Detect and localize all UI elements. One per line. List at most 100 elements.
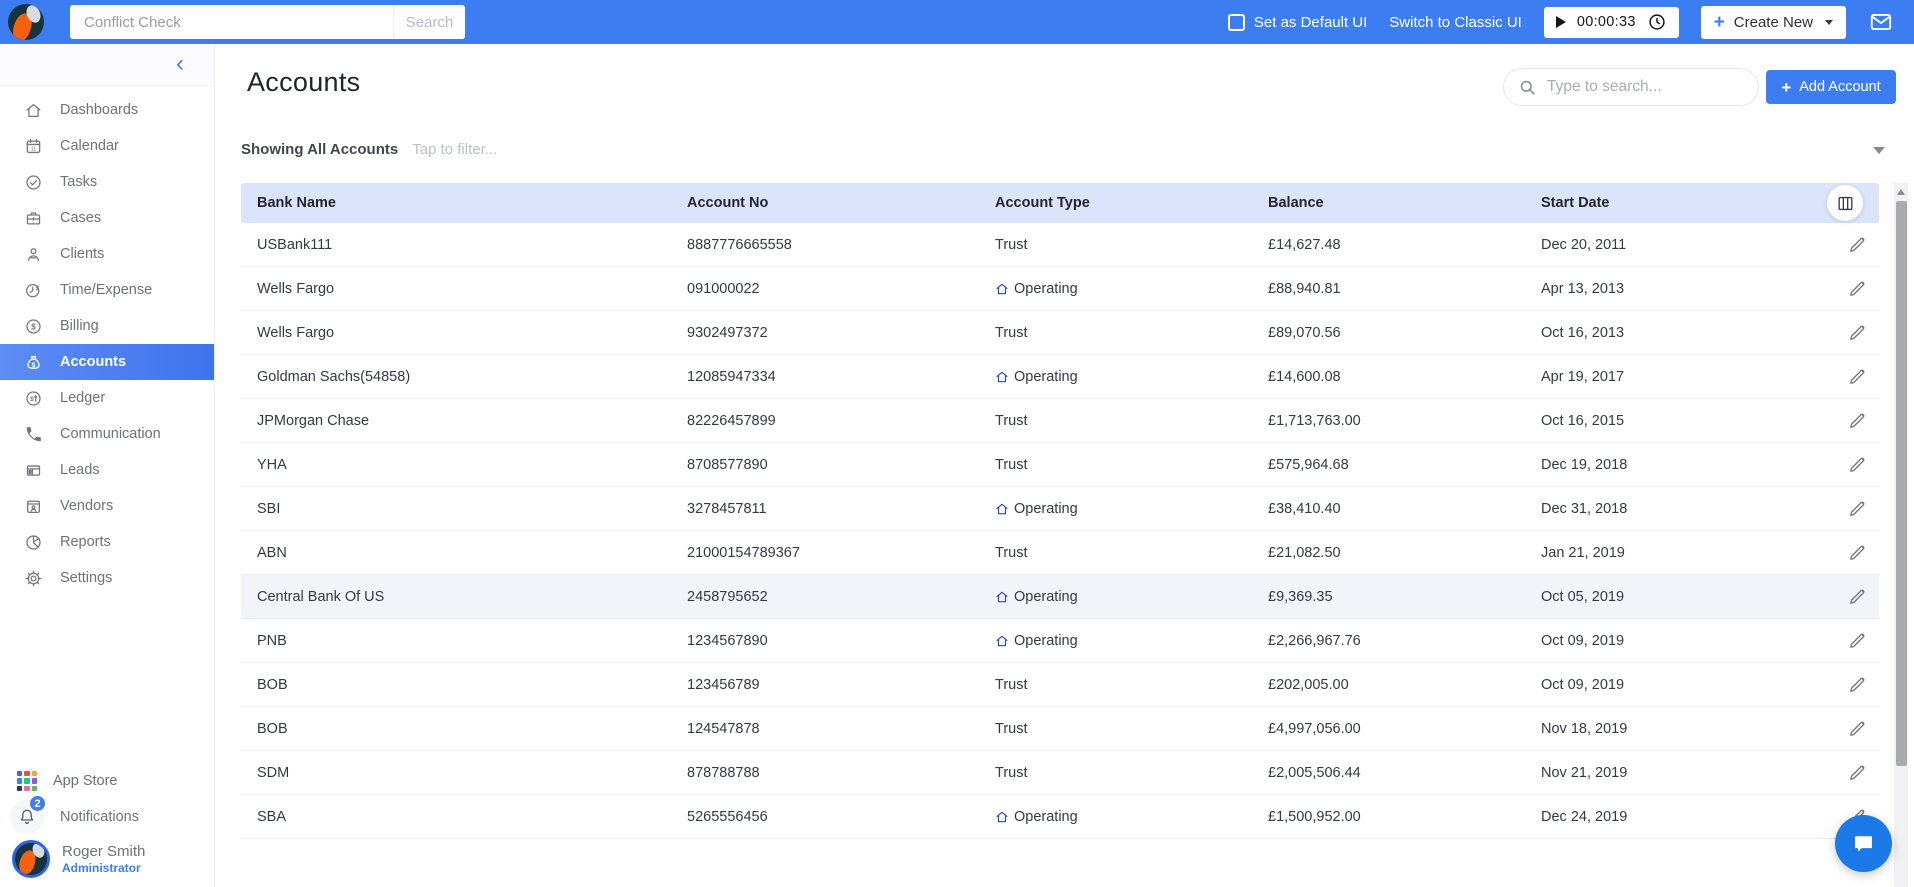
sidebar-item-billing[interactable]: $Billing: [0, 308, 214, 344]
scroll-up-arrow-icon[interactable]: [1897, 189, 1905, 195]
account-type-label: Trust: [995, 545, 1028, 561]
edit-account-button[interactable]: [1847, 763, 1867, 783]
create-new-button[interactable]: + Create New: [1701, 6, 1846, 39]
start-date-cell: Apr 19, 2017: [1525, 369, 1819, 385]
sidebar-item-label: Clients: [60, 246, 104, 262]
svg-text:$: $: [31, 361, 35, 368]
sidebar-item-label: Calendar: [60, 138, 119, 154]
header-balance[interactable]: Balance: [1252, 195, 1525, 211]
bank-name-cell: BOB: [241, 721, 671, 737]
chevron-left-icon[interactable]: ‹: [176, 49, 184, 79]
table-row: Wells Fargo9302497372Trust£89,070.56Oct …: [241, 311, 1879, 355]
edit-account-button[interactable]: [1847, 235, 1867, 255]
edit-account-button[interactable]: [1847, 455, 1867, 475]
sidebar-item-leads[interactable]: Leads: [0, 452, 214, 488]
bank-name-cell: SDM: [241, 765, 671, 781]
conflict-check-input[interactable]: [70, 5, 393, 39]
column-settings-button[interactable]: [1827, 185, 1863, 221]
set-default-ui-label: Set as Default UI: [1254, 14, 1367, 31]
edit-account-button[interactable]: [1847, 279, 1867, 299]
checkbox-icon[interactable]: [1228, 14, 1245, 31]
vendors-icon: [23, 496, 43, 516]
switch-classic-ui-link[interactable]: Switch to Classic UI: [1389, 14, 1522, 31]
tasks-icon: [23, 172, 43, 192]
balance-cell: £2,005,506.44: [1252, 765, 1525, 781]
chat-button[interactable]: [1835, 815, 1892, 872]
start-date-cell: Dec 31, 2018: [1525, 501, 1819, 517]
search-icon: [1518, 78, 1537, 97]
account-no-cell: 091000022: [671, 281, 979, 297]
filter-bar[interactable]: Showing All Accounts Tap to filter...: [241, 141, 497, 158]
account-type-label: Trust: [995, 413, 1028, 429]
balance-cell: £575,964.68: [1252, 457, 1525, 473]
edit-account-button[interactable]: [1847, 499, 1867, 519]
sidebar-item-label: Vendors: [60, 498, 113, 514]
user-name: Roger Smith: [62, 843, 145, 862]
edit-account-button[interactable]: [1847, 587, 1867, 607]
edit-account-button[interactable]: [1847, 719, 1867, 739]
edit-account-button[interactable]: [1847, 675, 1867, 695]
notification-badge: 2: [28, 794, 47, 813]
add-account-label: Add Account: [1799, 79, 1880, 95]
edit-account-button[interactable]: [1847, 323, 1867, 343]
sidebar-item-calendar[interactable]: 11Calendar: [0, 128, 214, 164]
mail-icon[interactable]: [1868, 9, 1894, 35]
table-row: JPMorgan Chase82226457899Trust£1,713,763…: [241, 399, 1879, 443]
sidebar-item-reports[interactable]: Reports: [0, 524, 214, 560]
sidebar-item-settings[interactable]: Settings: [0, 560, 214, 596]
add-account-button[interactable]: + Add Account: [1766, 70, 1896, 104]
account-type-cell: Trust: [979, 677, 1252, 693]
account-type-label: Trust: [995, 325, 1028, 341]
sidebar-item-label: Cases: [60, 210, 101, 226]
bank-name-cell: BOB: [241, 677, 671, 693]
notifications-item[interactable]: 2 Notifications: [0, 799, 214, 835]
start-date-cell: Dec 19, 2018: [1525, 457, 1819, 473]
conflict-search-button[interactable]: Search: [393, 5, 465, 39]
home-icon: [23, 100, 43, 120]
set-default-ui-toggle[interactable]: Set as Default UI: [1228, 14, 1367, 31]
account-no-cell: 9302497372: [671, 325, 979, 341]
edit-account-button[interactable]: [1847, 367, 1867, 387]
account-no-cell: 2458795652: [671, 589, 979, 605]
header-account-no[interactable]: Account No: [671, 195, 979, 211]
sidebar-item-communication[interactable]: Communication: [0, 416, 214, 452]
account-type-cell: Operating: [979, 809, 1252, 825]
account-type-cell: Operating: [979, 633, 1252, 649]
account-no-cell: 878788788: [671, 765, 979, 781]
sidebar-item-vendors[interactable]: Vendors: [0, 488, 214, 524]
sidebar-item-clients[interactable]: Clients: [0, 236, 214, 272]
edit-account-button[interactable]: [1847, 411, 1867, 431]
clock-icon[interactable]: [1647, 12, 1667, 32]
sidebar-item-tasks[interactable]: Tasks: [0, 164, 214, 200]
chat-bubble-icon: [1850, 830, 1877, 857]
edit-account-button[interactable]: [1847, 631, 1867, 651]
start-date-cell: Jan 21, 2019: [1525, 545, 1819, 561]
balance-cell: £14,600.08: [1252, 369, 1525, 385]
account-no-cell: 5265556456: [671, 809, 979, 825]
header-start-date[interactable]: Start Date: [1525, 195, 1819, 211]
table-row: YHA8708577890Trust£575,964.68Dec 19, 201…: [241, 443, 1879, 487]
chevron-down-icon[interactable]: [1873, 147, 1885, 154]
timer-value: 00:00:33: [1577, 14, 1636, 30]
table-row: Central Bank Of US2458795652Operating£9,…: [241, 575, 1879, 619]
header-bank-name[interactable]: Bank Name: [241, 195, 671, 211]
vertical-scrollbar[interactable]: [1894, 183, 1908, 887]
play-icon[interactable]: [1556, 16, 1566, 28]
edit-account-button[interactable]: [1847, 543, 1867, 563]
account-no-cell: 3278457811: [671, 501, 979, 517]
table-row: BOB124547878Trust£4,997,056.00Nov 18, 20…: [241, 707, 1879, 751]
sidebar-item-accounts[interactable]: $Accounts: [0, 344, 214, 380]
bank-name-cell: ABN: [241, 545, 671, 561]
header-account-type[interactable]: Account Type: [979, 195, 1252, 211]
user-profile-item[interactable]: Roger Smith Administrator: [0, 835, 214, 883]
sidebar-item-ledger[interactable]: $Ledger: [0, 380, 214, 416]
scrollbar-thumb[interactable]: [1896, 201, 1907, 766]
account-type-label: Trust: [995, 765, 1028, 781]
sidebar-item-time-expense[interactable]: $Time/Expense: [0, 272, 214, 308]
app-store-item[interactable]: App Store: [0, 763, 214, 799]
bell-icon: 2: [10, 800, 44, 834]
sidebar-item-dashboards[interactable]: Dashboards: [0, 92, 214, 128]
table-search-input[interactable]: [1547, 78, 1744, 96]
table-row: SBI3278457811Operating£38,410.40Dec 31, …: [241, 487, 1879, 531]
sidebar-item-cases[interactable]: Cases: [0, 200, 214, 236]
